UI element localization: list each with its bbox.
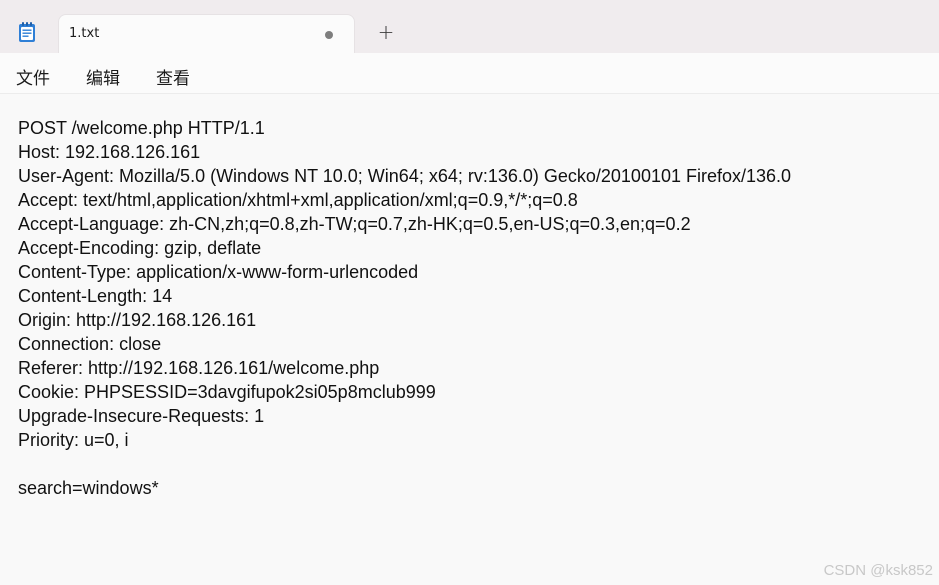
tab-1-txt[interactable]: 1.txt — [58, 14, 355, 53]
text-line: Connection: close — [18, 334, 162, 354]
text-line: Accept-Encoding: gzip, deflate — [18, 238, 262, 258]
watermark: CSDN @ksk852 — [823, 562, 933, 579]
notepad-window: 1.txt + 文件 编辑 查看 POST /welcome.php HTTP/… — [0, 0, 939, 585]
notepad-icon — [19, 22, 35, 42]
text-line: User-Agent: Mozilla/5.0 (Windows NT 10.0… — [18, 166, 792, 186]
text-line: Content-Type: application/x-www-form-url… — [18, 262, 419, 282]
menu-file[interactable]: 文件 — [16, 64, 50, 89]
new-tab-button[interactable]: + — [376, 22, 396, 42]
title-bar: 1.txt + — [0, 0, 939, 53]
text-line: Host: 192.168.126.161 — [18, 142, 201, 162]
text-line: POST /welcome.php HTTP/1.1 — [18, 118, 265, 138]
text-line: Cookie: PHPSESSID=3davgifupok2si05p8mclu… — [18, 382, 436, 402]
text-line: Referer: http://192.168.126.161/welcome.… — [18, 358, 380, 378]
menu-view[interactable]: 查看 — [156, 64, 190, 89]
text-editor[interactable]: POST /welcome.php HTTP/1.1 Host: 192.168… — [0, 94, 939, 585]
menu-edit[interactable]: 编辑 — [86, 64, 120, 89]
text-line: Origin: http://192.168.126.161 — [18, 310, 257, 330]
text-line: search=windows* — [18, 478, 159, 498]
text-line: Accept-Language: zh-CN,zh;q=0.8,zh-TW;q=… — [18, 214, 691, 234]
text-line: Accept: text/html,application/xhtml+xml,… — [18, 190, 578, 210]
text-line: Upgrade-Insecure-Requests: 1 — [18, 406, 265, 426]
text-line: Priority: u=0, i — [18, 430, 129, 450]
unsaved-dot-icon[interactable] — [325, 31, 333, 39]
text-line: Content-Length: 14 — [18, 286, 173, 306]
tab-title: 1.txt — [69, 26, 100, 41]
menu-bar: 文件 编辑 查看 — [0, 53, 939, 94]
